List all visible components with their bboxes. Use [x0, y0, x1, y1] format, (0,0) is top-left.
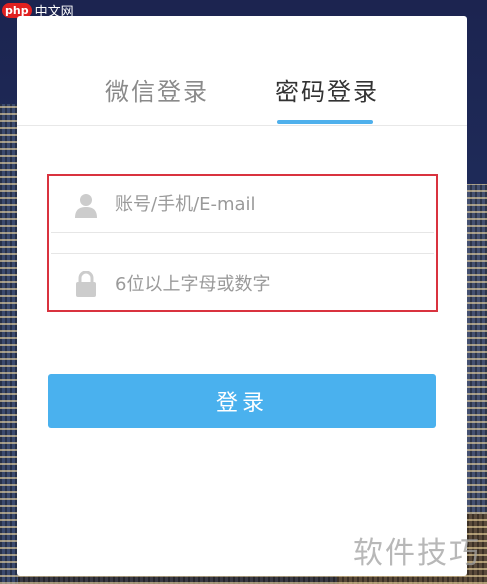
- field-divider: [51, 234, 434, 254]
- tab-password-login[interactable]: 密码登录: [275, 72, 379, 107]
- watermark-bottom: 软件技巧: [353, 536, 481, 571]
- tab-wechat-login[interactable]: 微信登录: [105, 72, 209, 107]
- background-building: [0, 104, 18, 584]
- password-input[interactable]: [115, 273, 395, 295]
- user-icon: [73, 192, 99, 218]
- username-field: [51, 177, 434, 233]
- active-tab-indicator: [277, 120, 373, 124]
- password-field: [51, 256, 434, 312]
- login-card: 微信登录 密码登录 登录: [17, 16, 467, 576]
- lock-icon: [73, 271, 99, 297]
- credentials-highlight-box: [47, 174, 438, 312]
- username-input[interactable]: [115, 194, 395, 215]
- login-button[interactable]: 登录: [48, 374, 436, 428]
- login-tabs: 微信登录 密码登录: [17, 16, 467, 126]
